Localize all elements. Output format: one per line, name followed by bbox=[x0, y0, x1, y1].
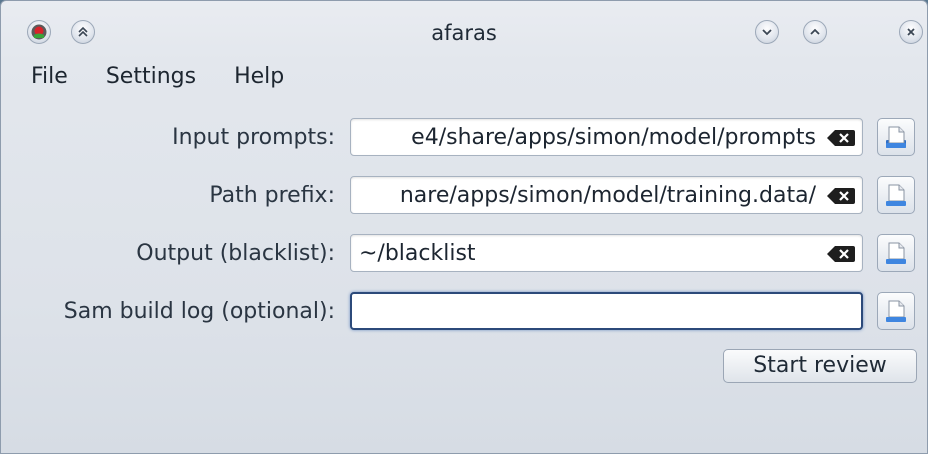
open-file-icon bbox=[886, 184, 906, 206]
path-prefix-browse-button[interactable] bbox=[877, 176, 915, 214]
path-prefix-row: Path prefix: nare/apps/simon/model/train… bbox=[1, 176, 927, 216]
window-title: afaras bbox=[431, 21, 497, 45]
title-bar[interactable]: afaras bbox=[1, 1, 927, 59]
maximize-button[interactable] bbox=[803, 20, 827, 44]
app-window: afaras File Settings Help Input prompts:… bbox=[0, 0, 928, 454]
path-prefix-field[interactable]: nare/apps/simon/model/training.data/ bbox=[350, 176, 863, 214]
output-blacklist-browse-button[interactable] bbox=[877, 234, 915, 272]
sam-build-log-row: Sam build log (optional): bbox=[1, 292, 927, 332]
open-file-icon bbox=[886, 242, 906, 264]
minimize-button[interactable] bbox=[755, 20, 779, 44]
minimize-icon bbox=[762, 29, 772, 36]
sam-build-log-browse-button[interactable] bbox=[877, 292, 915, 330]
clear-text-icon[interactable] bbox=[826, 186, 856, 206]
menu-bar: File Settings Help bbox=[1, 61, 927, 93]
output-blacklist-field[interactable]: ~/blacklist bbox=[350, 234, 863, 272]
output-blacklist-value: ~/blacklist bbox=[359, 241, 476, 266]
output-blacklist-label: Output (blacklist): bbox=[136, 241, 335, 266]
input-prompts-value: e4/share/apps/simon/model/prompts bbox=[411, 125, 816, 150]
output-blacklist-row: Output (blacklist): ~/blacklist bbox=[1, 234, 927, 274]
menu-settings[interactable]: Settings bbox=[106, 63, 196, 91]
path-prefix-label: Path prefix: bbox=[209, 183, 335, 208]
clear-text-icon[interactable] bbox=[826, 128, 856, 148]
open-file-icon bbox=[886, 126, 906, 148]
open-file-icon bbox=[886, 300, 906, 322]
close-icon bbox=[907, 28, 915, 36]
sam-build-log-field[interactable] bbox=[350, 292, 863, 330]
input-prompts-label: Input prompts: bbox=[172, 125, 335, 150]
input-prompts-browse-button[interactable] bbox=[877, 118, 915, 156]
menu-help[interactable]: Help bbox=[234, 63, 284, 91]
clear-text-icon[interactable] bbox=[826, 244, 856, 264]
path-prefix-value: nare/apps/simon/model/training.data/ bbox=[399, 183, 816, 208]
close-button[interactable] bbox=[899, 20, 923, 44]
input-prompts-row: Input prompts: e4/share/apps/simon/model… bbox=[1, 118, 927, 158]
input-prompts-field[interactable]: e4/share/apps/simon/model/prompts bbox=[350, 118, 863, 156]
start-review-button[interactable]: Start review bbox=[723, 349, 917, 383]
sam-build-log-label: Sam build log (optional): bbox=[63, 299, 335, 324]
maximize-icon bbox=[810, 28, 820, 35]
menu-file[interactable]: File bbox=[31, 63, 68, 91]
